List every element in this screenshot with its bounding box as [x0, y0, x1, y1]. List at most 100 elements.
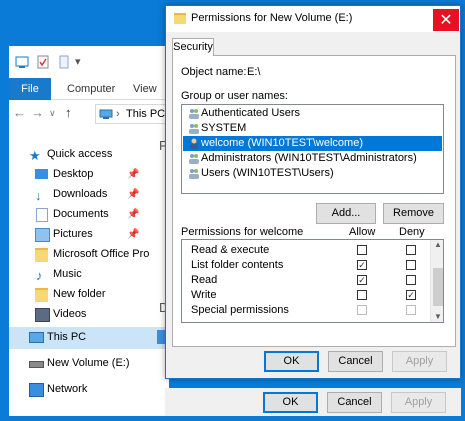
deny-column-header: Deny	[399, 226, 425, 238]
sidebar-item-label: This PC	[47, 331, 87, 343]
ribbon-tabs: File Computer View	[9, 78, 169, 100]
allow-checkbox	[357, 305, 367, 315]
sidebar-item-documents[interactable]: Documents 📌	[9, 204, 169, 225]
behind-ok-button[interactable]: OK	[263, 392, 318, 413]
pictures-icon	[35, 228, 50, 242]
deny-checkbox	[406, 305, 416, 315]
sidebar-item-new-folder[interactable]: New folder	[9, 284, 169, 305]
behind-cancel-button[interactable]: Cancel	[327, 392, 382, 413]
deny-checkbox[interactable]	[406, 275, 416, 285]
sidebar-item-videos[interactable]: Videos	[9, 304, 169, 325]
sidebar-item-quick-access[interactable]: ★ Quick access	[9, 144, 169, 165]
user-item-welcome[interactable]: welcome (WIN10TEST\welcome)	[183, 136, 442, 151]
security-tab-panel: Object name: E:\ Group or user names: Au…	[172, 55, 456, 347]
folder-icon	[35, 288, 48, 302]
blank-page-icon[interactable]	[59, 55, 69, 69]
user-item-label: welcome (WIN10TEST\welcome)	[201, 137, 363, 149]
deny-checkbox[interactable]: ✓	[406, 290, 416, 300]
sidebar-item-network[interactable]: Network	[9, 379, 169, 400]
address-text: This PC	[126, 108, 166, 120]
sidebar-item-microsoft-office[interactable]: Microsoft Office Pro	[9, 244, 169, 265]
permissions-dialog: Permissions for New Volume (E:) ✕ Securi…	[165, 5, 461, 379]
address-chevron-icon: ›	[116, 108, 120, 120]
apply-button[interactable]: Apply	[392, 351, 447, 372]
view-tab[interactable]: View	[133, 78, 157, 100]
quick-access-toolbar: ▾	[9, 46, 169, 78]
qat-dropdown-icon[interactable]: ▾	[75, 55, 81, 68]
allow-checkbox[interactable]: ✓	[357, 260, 367, 270]
user-item-administrators[interactable]: Administrators (WIN10TEST\Administrators…	[183, 151, 442, 166]
pin-icon[interactable]: 📌	[127, 164, 139, 185]
permission-label: List folder contents	[191, 259, 284, 271]
allow-checkbox[interactable]: ✓	[357, 275, 367, 285]
sidebar-item-label: Pictures	[53, 228, 93, 240]
sidebar-item-new-volume[interactable]: New Volume (E:)	[9, 353, 169, 374]
permission-row-read: Read ✓	[182, 273, 430, 288]
permission-label: Write	[191, 289, 217, 301]
add-user-button[interactable]: Add...	[316, 203, 376, 224]
sidebar-item-label: Quick access	[47, 148, 113, 160]
tab-security[interactable]: Security	[172, 38, 214, 56]
sidebar-item-music[interactable]: ♪ Music	[9, 264, 169, 285]
object-name-label: Object name:	[181, 66, 247, 78]
computer-tab[interactable]: Computer	[67, 78, 115, 100]
file-explorer-window: ▾ File Computer View ← → ∨ ↑ › This PC F…	[9, 46, 169, 416]
permission-row-list-folder-contents: List folder contents ✓	[182, 258, 430, 273]
sidebar-item-desktop[interactable]: Desktop 📌	[9, 164, 169, 185]
user-list[interactable]: Authenticated Users SYSTEM welcome (WIN1…	[181, 104, 444, 194]
user-item-system[interactable]: SYSTEM	[183, 121, 442, 136]
deny-checkbox[interactable]	[406, 245, 416, 255]
pin-icon[interactable]: 📌	[127, 224, 139, 245]
scroll-up-icon[interactable]: ▲	[434, 240, 442, 249]
document-icon	[36, 208, 48, 222]
pin-icon[interactable]: 📌	[127, 184, 139, 205]
sidebar-item-label: Network	[47, 383, 88, 395]
close-button[interactable]: ✕	[432, 8, 460, 32]
drive-icon	[29, 361, 44, 368]
check-document-icon[interactable]	[37, 55, 49, 69]
sidebar-item-label: Microsoft Office Pro	[53, 248, 150, 260]
address-bar: ← → ∨ ↑ › This PC	[9, 102, 169, 126]
desktop-folder-icon	[35, 169, 48, 179]
user-item-label: SYSTEM	[201, 122, 247, 134]
cancel-button[interactable]: Cancel	[328, 351, 383, 372]
permission-label: Read & execute	[191, 244, 270, 256]
allow-checkbox[interactable]	[357, 290, 367, 300]
group-users-icon	[188, 123, 199, 134]
sidebar-item-label: New folder	[53, 288, 106, 300]
download-arrow-icon: ↓	[35, 188, 42, 203]
user-item-authenticated-users[interactable]: Authenticated Users	[183, 106, 442, 121]
network-icon	[29, 383, 44, 397]
folder-icon	[174, 13, 186, 24]
address-field[interactable]: › This PC	[95, 104, 169, 124]
user-item-label: Users (WIN10TEST\Users)	[201, 167, 334, 179]
video-icon	[35, 308, 50, 322]
sidebar-item-pictures[interactable]: Pictures 📌	[9, 224, 169, 245]
user-icon	[188, 138, 199, 149]
permissions-scrollbar[interactable]: ▲ ▼	[430, 240, 443, 322]
back-arrow-icon[interactable]: ←	[13, 105, 26, 120]
sidebar-item-downloads[interactable]: ↓ Downloads 📌	[9, 184, 169, 205]
recent-dropdown-icon[interactable]: ∨	[49, 108, 56, 119]
permissions-list: Read & execute List folder contents ✓ Re…	[181, 239, 444, 323]
deny-checkbox[interactable]	[406, 260, 416, 270]
forward-arrow-icon[interactable]: →	[31, 105, 44, 120]
scrollbar-thumb[interactable]	[433, 268, 443, 306]
file-tab[interactable]: File	[9, 78, 51, 100]
dialog-titlebar: Permissions for New Volume (E:) ✕	[166, 6, 460, 32]
user-item-label: Authenticated Users	[201, 107, 301, 119]
sidebar-item-this-pc[interactable]: This PC	[9, 327, 169, 349]
scroll-down-icon[interactable]: ▼	[434, 312, 442, 321]
user-item-users[interactable]: Users (WIN10TEST\Users)	[183, 166, 442, 181]
properties-icon[interactable]	[15, 56, 29, 68]
pin-icon[interactable]: 📌	[127, 204, 139, 225]
up-arrow-icon[interactable]: ↑	[65, 105, 72, 120]
behind-dialog-buttons: OK Cancel Apply	[165, 388, 461, 416]
group-users-icon	[188, 108, 199, 119]
behind-apply-button[interactable]: Apply	[391, 392, 446, 413]
sidebar-item-label: Music	[53, 268, 82, 280]
remove-user-button[interactable]: Remove	[383, 203, 444, 224]
ok-button[interactable]: OK	[264, 351, 319, 372]
allow-checkbox[interactable]	[357, 245, 367, 255]
this-pc-icon	[99, 109, 113, 119]
